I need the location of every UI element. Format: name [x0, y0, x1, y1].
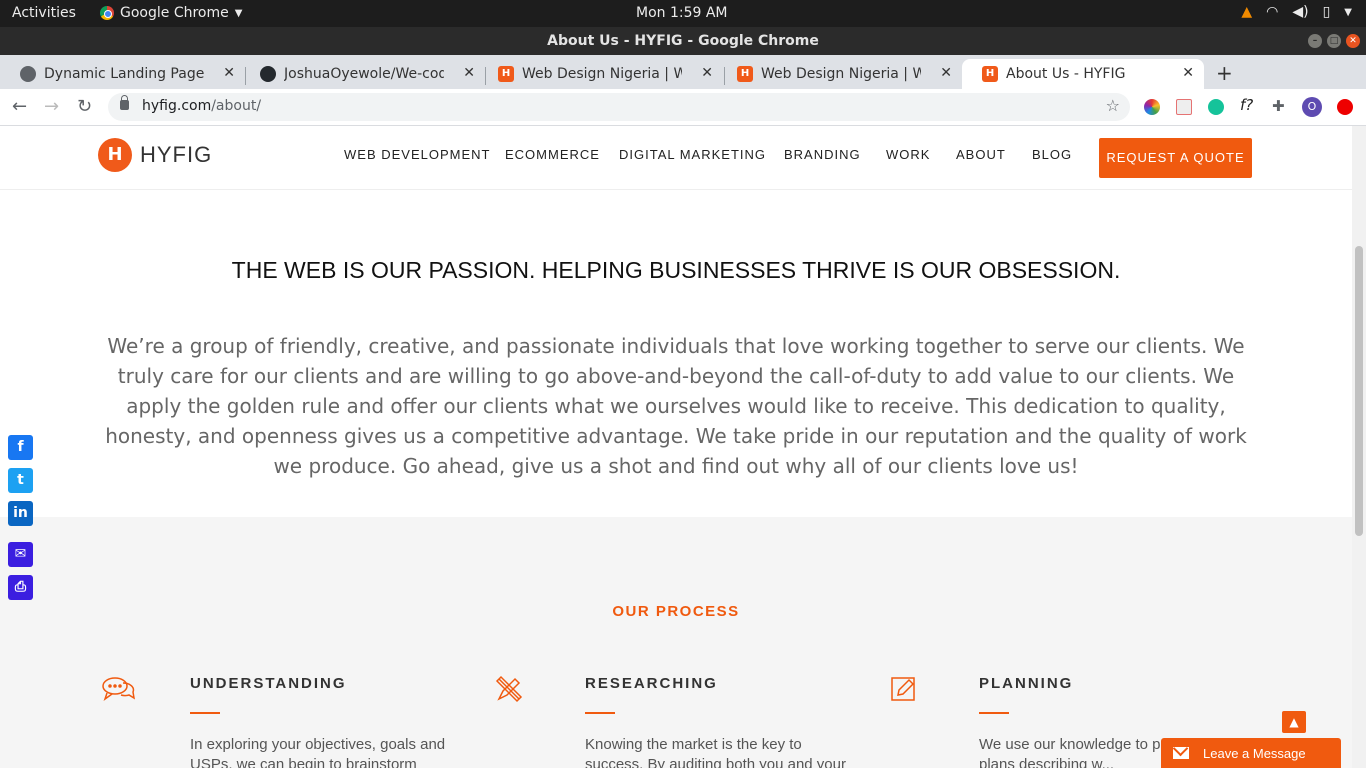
- hyfig-icon: H: [982, 66, 998, 82]
- grammarly-icon[interactable]: [1208, 99, 1224, 115]
- chat-widget-label: Leave a Message: [1203, 745, 1306, 761]
- intro-paragraph: We’re a group of friendly, creative, and…: [105, 334, 1247, 478]
- vlc-icon[interactable]: ▲: [1241, 4, 1252, 20]
- scrollbar-thumb[interactable]: [1355, 246, 1363, 536]
- tab-label: JoshuaOyewole/We-code: [284, 66, 444, 82]
- step-title-planning: PLANNING: [979, 675, 1074, 692]
- close-window-button[interactable]: ✕: [1346, 34, 1360, 48]
- color-extension-icon[interactable]: [1144, 99, 1160, 115]
- process-title: OUR PROCESS: [612, 603, 740, 620]
- tab-github[interactable]: JoshuaOyewole/We-code ✕: [240, 59, 485, 89]
- globe-icon: [20, 66, 36, 82]
- nav-web-development[interactable]: WEB DEVELOPMENT: [344, 147, 490, 162]
- nav-ecommerce[interactable]: ECOMMERCE: [505, 147, 600, 162]
- maximize-button[interactable]: □: [1327, 34, 1341, 48]
- web-page: H HYFIG WEB DEVELOPMENT ECOMMERCE DIGITA…: [0, 126, 1352, 768]
- browser-toolbar: ← → ↻ hyfig.com/about/ ☆ f? ✚ O: [0, 89, 1366, 126]
- clock[interactable]: Mon 1:59 AM: [636, 5, 728, 21]
- tab-label: Web Design Nigeria | Web: [522, 66, 682, 82]
- system-tray[interactable]: ▲ ◠ ◀) ▯ ▼: [1241, 4, 1352, 20]
- chat-bubbles-icon: [101, 675, 136, 705]
- step-title-researching: RESEARCHING: [585, 675, 718, 692]
- tab-label: About Us - HYFIG: [1006, 66, 1126, 82]
- tab-label: Dynamic Landing Page: [44, 66, 204, 82]
- back-arrow-icon[interactable]: ←: [12, 96, 27, 117]
- nav-digital-marketing[interactable]: DIGITAL MARKETING: [619, 147, 766, 162]
- tab-strip: Dynamic Landing Page ✕ JoshuaOyewole/We-…: [0, 55, 1366, 89]
- step-text-understanding: In exploring your objectives, goals and …: [190, 736, 446, 768]
- hyfig-icon: H: [737, 66, 753, 82]
- nav-work[interactable]: WORK: [886, 147, 930, 162]
- close-tab-icon[interactable]: ✕: [940, 65, 952, 81]
- window-title: About Us - HYFIG - Google Chrome: [547, 33, 819, 49]
- close-tab-icon[interactable]: ✕: [223, 65, 235, 81]
- calendar-extension-icon[interactable]: [1176, 99, 1192, 115]
- print-icon[interactable]: ⎙: [8, 575, 33, 600]
- nav-branding[interactable]: BRANDING: [784, 147, 861, 162]
- font-extension-icon[interactable]: f?: [1240, 96, 1253, 114]
- logo-text: HYFIG: [140, 142, 213, 167]
- pencil-ruler-icon: [495, 675, 529, 705]
- tab-web-design-nigeria-1[interactable]: H Web Design Nigeria | Web ✕: [478, 59, 723, 89]
- nav-about[interactable]: ABOUT: [956, 147, 1006, 162]
- linkedin-share-icon[interactable]: in: [8, 501, 33, 526]
- extensions-puzzle-icon[interactable]: ✚: [1272, 97, 1285, 115]
- site-header: H HYFIG WEB DEVELOPMENT ECOMMERCE DIGITA…: [0, 126, 1352, 190]
- tab-web-design-nigeria-2[interactable]: H Web Design Nigeria | Web ✕: [717, 59, 962, 89]
- tray-menu-icon: ▼: [1344, 6, 1352, 18]
- reload-icon[interactable]: ↻: [77, 96, 92, 117]
- page-scrollbar[interactable]: [1352, 126, 1366, 768]
- os-top-bar: Activities Google Chrome ▼ Mon 1:59 AM ▲…: [0, 0, 1366, 27]
- step-divider: [979, 712, 1009, 714]
- battery-icon: ▯: [1322, 4, 1331, 20]
- dropdown-arrow-icon: ▼: [234, 7, 243, 19]
- update-icon[interactable]: [1337, 99, 1353, 115]
- lock-icon[interactable]: [120, 95, 129, 110]
- step-title-understanding: UNDERSTANDING: [190, 675, 347, 692]
- step-text-researching: Knowing the market is the key to success…: [585, 736, 846, 768]
- app-name: Google Chrome: [120, 5, 229, 21]
- new-tab-button[interactable]: +: [1216, 61, 1233, 85]
- url-host: hyfig.com: [142, 98, 212, 114]
- close-tab-icon[interactable]: ✕: [701, 65, 713, 81]
- hyfig-logo-icon: H: [98, 138, 132, 172]
- site-logo[interactable]: H HYFIG: [98, 138, 212, 172]
- envelope-icon: [1173, 747, 1189, 759]
- close-tab-icon[interactable]: ✕: [1182, 65, 1194, 81]
- volume-icon: ◀): [1292, 4, 1309, 20]
- edit-icon: [890, 675, 924, 705]
- window-title-bar: About Us - HYFIG - Google Chrome – □ ✕: [0, 27, 1366, 55]
- bookmark-star-icon[interactable]: ☆: [1106, 96, 1120, 115]
- facebook-share-icon[interactable]: f: [8, 435, 33, 460]
- tab-label: Web Design Nigeria | Web: [761, 66, 921, 82]
- request-quote-button[interactable]: REQUEST A QUOTE: [1099, 138, 1252, 178]
- process-section: OUR PROCESS UNDERSTANDING In exploring y…: [0, 517, 1352, 768]
- activities-button[interactable]: Activities: [12, 5, 76, 21]
- twitter-share-icon[interactable]: t: [8, 468, 33, 493]
- back-to-top-button[interactable]: ▲: [1282, 711, 1306, 733]
- app-menu[interactable]: Google Chrome ▼: [100, 5, 242, 21]
- profile-avatar[interactable]: O: [1302, 97, 1322, 117]
- minimize-button[interactable]: –: [1308, 34, 1322, 48]
- address-bar[interactable]: hyfig.com/about/ ☆: [108, 93, 1130, 121]
- github-icon: [260, 66, 276, 82]
- email-share-icon[interactable]: ✉: [8, 542, 33, 567]
- wifi-icon: ◠: [1266, 4, 1279, 20]
- step-divider: [585, 712, 615, 714]
- url-path: /about/: [211, 98, 262, 114]
- page-headline: THE WEB IS OUR PASSION. HELPING BUSINESS…: [231, 257, 1121, 283]
- close-tab-icon[interactable]: ✕: [463, 65, 475, 81]
- chrome-icon: [100, 6, 114, 20]
- tab-about-us[interactable]: H About Us - HYFIG ✕: [962, 59, 1204, 89]
- forward-arrow-icon[interactable]: →: [44, 96, 59, 117]
- step-divider: [190, 712, 220, 714]
- hyfig-icon: H: [498, 66, 514, 82]
- chat-widget-button[interactable]: Leave a Message: [1161, 738, 1341, 768]
- nav-blog[interactable]: BLOG: [1032, 147, 1072, 162]
- tab-dynamic-landing-page[interactable]: Dynamic Landing Page ✕: [0, 59, 245, 89]
